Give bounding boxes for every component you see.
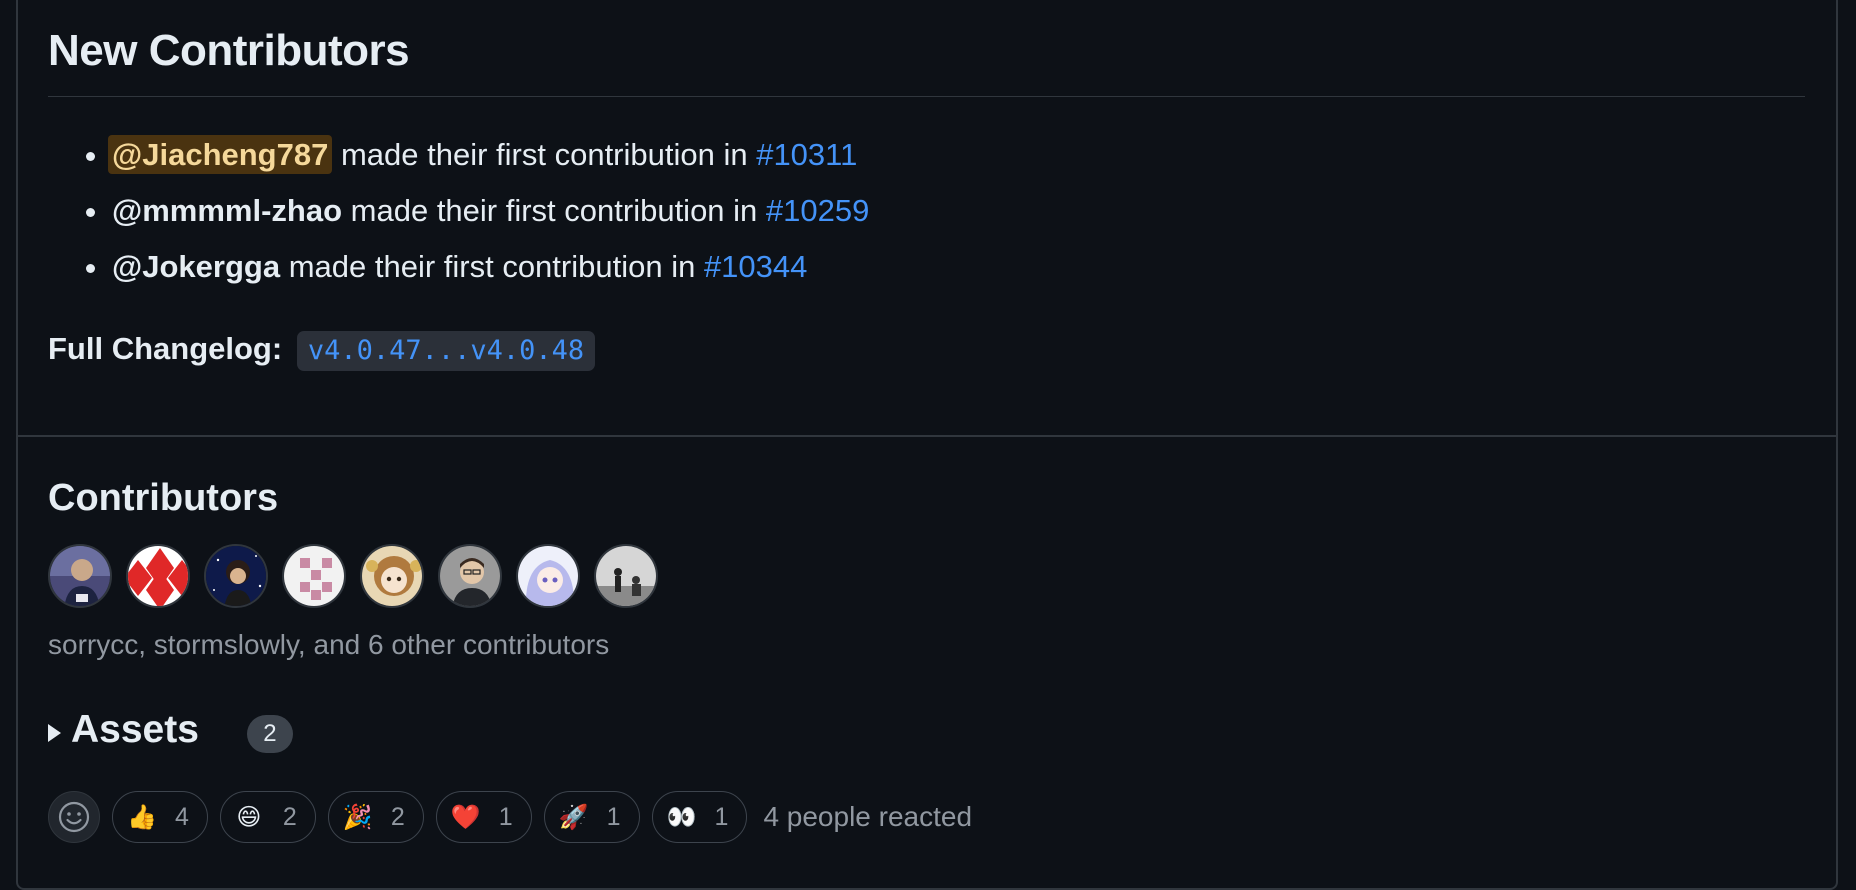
eyes-icon: 👀 [666,803,697,831]
reaction-heart-button[interactable]: ❤️ 1 [435,791,532,843]
party-popper-icon: 🎉 [342,803,373,831]
pull-request-link[interactable]: #10259 [766,193,869,228]
avatar[interactable] [126,544,190,608]
avatar[interactable] [48,544,112,608]
reaction-count: 1 [606,802,621,831]
smiley-icon [58,801,90,833]
user-mention-link[interactable]: @Jokergga [112,249,280,284]
reactions-summary: 4 people reacted [763,801,973,832]
pull-request-link[interactable]: #10311 [756,137,857,172]
rocket-icon: 🚀 [558,803,589,831]
heart-icon: ❤️ [450,803,481,831]
avatar[interactable] [438,544,502,608]
avatar[interactable] [282,544,346,608]
reaction-count: 1 [498,802,513,831]
list-item-text: made their first contribution in [342,193,766,228]
changelog-label: Full Changelog: [48,331,283,366]
heading-divider [48,96,1805,97]
assets-count-badge: 2 [246,715,293,753]
avatar[interactable] [360,544,424,608]
laugh-icon: 😄 [236,803,262,831]
avatar[interactable] [204,544,268,608]
caret-right-icon [48,724,61,742]
user-mention-link[interactable]: @Jiacheng787 [108,135,333,174]
contributor-avatars [48,544,658,608]
list-item: @Jokergga made their first contribution … [48,242,869,298]
reaction-laugh-button[interactable]: 😄 2 [219,791,316,843]
assets-toggle[interactable]: Assets 2 [48,707,293,753]
thumbs-up-icon: 👍 [127,803,157,831]
avatar[interactable] [594,544,658,608]
new-contributors-list: @Jiacheng787 made their first contributi… [48,130,869,298]
reactions-bar: 👍 4 😄 2 🎉 2 ❤️ 1 🚀 1 👀 1 4 people reacte… [48,791,972,843]
contributors-summary: sorrycc, stormslowly, and 6 other contri… [48,629,610,660]
section-divider [16,435,1838,437]
changelog-compare-link[interactable]: v4.0.47...v4.0.48 [296,331,596,371]
reaction-thumbs-up-button[interactable]: 👍 4 [112,791,208,843]
user-mention-link[interactable]: @mmmml-zhao [112,193,342,228]
add-reaction-button[interactable] [48,791,100,843]
reaction-count: 1 [714,802,729,831]
reaction-eyes-button[interactable]: 👀 1 [651,791,748,843]
contributors-heading: Contributors [48,477,279,519]
reaction-count: 2 [390,802,405,831]
assets-heading: Assets [71,708,199,751]
reaction-count: 4 [175,802,189,831]
reaction-rocket-button[interactable]: 🚀 1 [543,791,640,843]
list-item: @Jiacheng787 made their first contributi… [48,130,869,186]
reaction-hooray-button[interactable]: 🎉 2 [327,791,424,843]
reaction-count: 2 [282,802,297,831]
list-item: @mmmml-zhao made their first contributio… [48,186,869,242]
list-item-text: made their first contribution in [332,137,757,172]
avatar[interactable] [516,544,580,608]
list-item-text: made their first contribution in [280,249,704,284]
full-changelog: Full Changelog: v4.0.47...v4.0.48 [48,328,596,371]
pull-request-link[interactable]: #10344 [704,249,807,284]
new-contributors-heading: New Contributors [48,26,410,75]
